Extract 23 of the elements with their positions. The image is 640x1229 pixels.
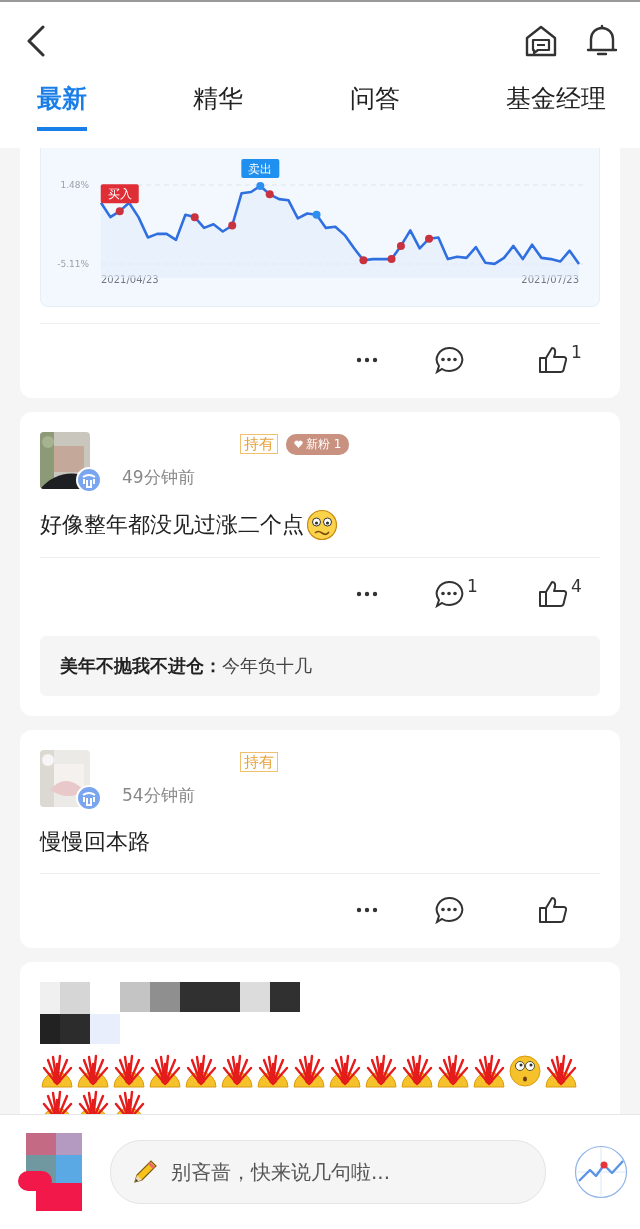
reply-preview[interactable]: 美年不抛我不进仓：今年负十几 bbox=[40, 636, 600, 696]
like-count: 4 bbox=[571, 576, 582, 596]
comment-field[interactable]: 别吝啬，快来说几句啦... bbox=[110, 1140, 546, 1204]
post-text: 慢慢回本路 bbox=[40, 828, 150, 856]
tab[interactable]: 最新 bbox=[37, 82, 87, 131]
end-date-label: 2021/07/23 bbox=[521, 274, 579, 285]
new-fan-badge: 新粉 1 bbox=[286, 433, 350, 455]
post-text: 好像整年都没见过涨二个点 bbox=[40, 511, 304, 539]
post-time: 54分钟前 bbox=[122, 784, 196, 807]
post-time: 49分钟前 bbox=[122, 466, 196, 489]
trade-label: 卖出 bbox=[241, 158, 280, 178]
comment-count: 1 bbox=[467, 576, 478, 596]
tab[interactable]: 基金经理 bbox=[506, 82, 606, 131]
y-tick-label: 1.48% bbox=[60, 180, 89, 190]
tab[interactable]: 精华 bbox=[193, 82, 244, 131]
trade-label: 买入 bbox=[100, 184, 139, 204]
y-tick-label: -5.11% bbox=[57, 259, 89, 269]
start-date-label: 2021/04/23 bbox=[101, 274, 159, 285]
holding-tag: 持有 bbox=[240, 434, 278, 454]
like-count: 1 bbox=[571, 342, 582, 362]
holding-tag: 持有 bbox=[240, 752, 278, 772]
comment-input[interactable]: 别吝啬，快来说几句啦... bbox=[169, 1159, 525, 1185]
tab[interactable]: 问答 bbox=[349, 82, 400, 131]
